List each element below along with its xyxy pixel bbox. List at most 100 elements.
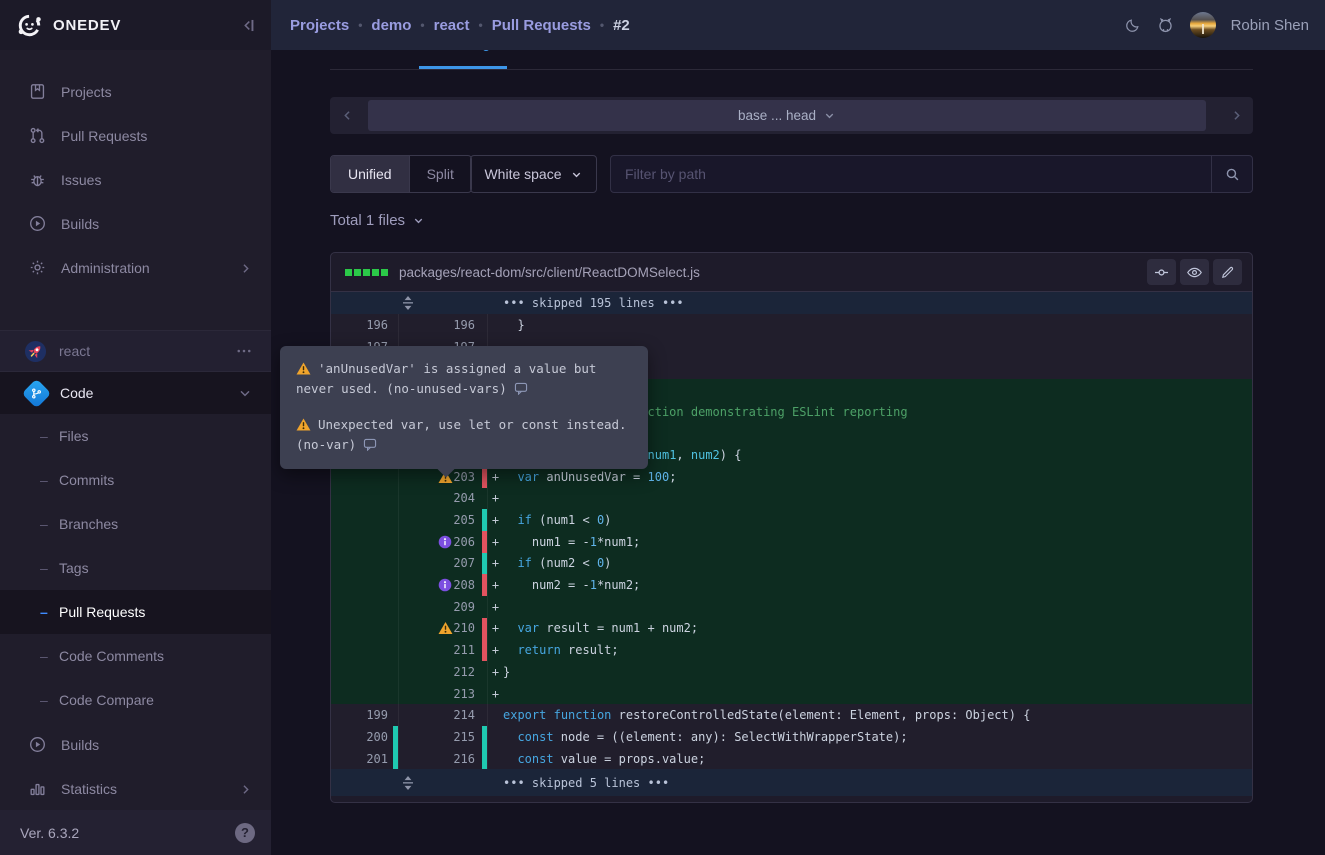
sidebar-collapse-button[interactable] xyxy=(239,16,258,35)
warning-icon[interactable] xyxy=(438,622,453,635)
lint-problem-text: 'anUnusedVar' is assigned a value but ne… xyxy=(296,361,596,396)
top-bar: ONEDEV Projects•demo•react•Pull Requests… xyxy=(0,0,1325,50)
breadcrumb-item-demo[interactable]: demo xyxy=(371,17,411,34)
sidebar-item-statistics[interactable]: Statistics xyxy=(0,767,271,811)
sidebar-item-label: Code xyxy=(60,385,93,401)
commit-range-selector[interactable]: base ... head xyxy=(368,100,1206,131)
diff-row-208[interactable]: 208+ num2 = -1*num2; xyxy=(331,574,1252,596)
diff-row-207[interactable]: 207+ if (num2 < 0) xyxy=(331,553,1252,575)
lint-problem: 'anUnusedVar' is assigned a value but ne… xyxy=(296,359,632,398)
breadcrumb-separator: • xyxy=(600,18,604,32)
commit-button[interactable] xyxy=(1147,259,1176,285)
expand-lines-icon[interactable] xyxy=(402,296,414,311)
code-token: ) xyxy=(604,513,611,527)
breadcrumb-item-react[interactable]: react xyxy=(434,17,470,34)
add-comment-icon[interactable] xyxy=(514,382,528,395)
project-more-icon[interactable] xyxy=(235,342,253,360)
sidebar-subitem-commits[interactable]: –Commits xyxy=(0,458,271,502)
project-name: react xyxy=(59,343,90,359)
code-token: num2 xyxy=(691,448,720,462)
dash-bullet-icon: – xyxy=(40,472,59,488)
coverage-bar-red xyxy=(482,618,487,640)
sidebar-project-react[interactable]: react xyxy=(0,330,271,372)
add-comment-icon[interactable] xyxy=(363,438,377,451)
code-token: ; xyxy=(669,470,676,484)
code-line xyxy=(503,488,1252,510)
info-icon[interactable] xyxy=(438,535,452,549)
sidebar-code-submenu: –Files–Commits–Branches–Tags–Pull Reques… xyxy=(0,414,271,722)
lint-problem: Unexpected var, use let or const instead… xyxy=(296,415,632,454)
pencil-button[interactable] xyxy=(1213,259,1242,285)
diff-row-211[interactable]: 211+ return result; xyxy=(331,639,1252,661)
search-icon[interactable] xyxy=(1211,156,1252,192)
breadcrumb-item-projects[interactable]: Projects xyxy=(290,17,349,34)
diff-row-196[interactable]: 196196 } xyxy=(331,314,1252,336)
avatar[interactable] xyxy=(1190,12,1216,38)
diff-row-212[interactable]: 212+} xyxy=(331,661,1252,683)
sidebar-subitem-label: Commits xyxy=(59,472,114,488)
sidebar-subitem-code-compare[interactable]: –Code Compare xyxy=(0,678,271,722)
sidebar-item-builds[interactable]: Builds xyxy=(0,723,271,767)
sidebar-item-pull-requests[interactable]: Pull Requests xyxy=(0,114,271,158)
sidebar-subitem-files[interactable]: –Files xyxy=(0,414,271,458)
eye-button[interactable] xyxy=(1180,259,1209,285)
sidebar-item-projects[interactable]: Projects xyxy=(0,70,271,114)
diff-sign: + xyxy=(488,488,503,510)
unified-button[interactable]: Unified xyxy=(331,156,409,192)
code-token: 1 xyxy=(590,578,597,592)
code-line: const value = props.value; xyxy=(503,748,1252,770)
expand-lines-icon[interactable] xyxy=(402,775,414,790)
breadcrumb-item-pull-requests[interactable]: Pull Requests xyxy=(492,17,591,34)
old-line-number xyxy=(331,488,399,510)
diff-row-215[interactable]: 200215 const node = ((element: any): Sel… xyxy=(331,726,1252,748)
code-token xyxy=(503,470,517,484)
sidebar-subitem-pull-requests[interactable]: –Pull Requests xyxy=(0,590,271,634)
diff-row-216[interactable]: 201216 const value = props.value; xyxy=(331,748,1252,770)
diff-row-213[interactable]: 213+ xyxy=(331,683,1252,705)
diff-row-210[interactable]: 210+ var result = num1 + num2; xyxy=(331,618,1252,640)
breadcrumb-item-2[interactable]: #2 xyxy=(613,17,630,34)
code-line: } xyxy=(503,314,1252,336)
path-filter xyxy=(610,155,1253,193)
filter-by-path-input[interactable] xyxy=(611,156,1211,192)
diff-row-206[interactable]: 206+ num1 = -1*num1; xyxy=(331,531,1252,553)
sidebar-subitem-code-comments[interactable]: –Code Comments xyxy=(0,634,271,678)
skipped-lines-label: ••• skipped 195 lines ••• xyxy=(503,292,684,314)
diff-row-203[interactable]: 203+ var anUnusedVar = 100; xyxy=(331,466,1252,488)
code-token: 0 xyxy=(597,556,604,570)
code-token: 0 xyxy=(597,513,604,527)
diff-row-209[interactable]: 209+ xyxy=(331,596,1252,618)
sidebar-main-menu: Projects Pull RequestsIssuesBuildsAdminis… xyxy=(0,70,271,290)
lint-problems-tooltip: 'anUnusedVar' is assigned a value but ne… xyxy=(280,346,648,469)
sidebar-item-label: Projects xyxy=(61,84,112,100)
new-line-number: 209 xyxy=(399,596,488,618)
help-icon[interactable]: ? xyxy=(235,823,255,843)
dark-mode-icon[interactable] xyxy=(1124,17,1141,34)
sidebar-subitem-branches[interactable]: –Branches xyxy=(0,502,271,546)
sidebar-item-builds[interactable]: Builds xyxy=(0,202,271,246)
code-line: if (num1 < 0) xyxy=(503,509,1252,531)
new-line-number: 216 xyxy=(399,748,488,770)
diff-row-204[interactable]: 204+ xyxy=(331,488,1252,510)
code-token: } xyxy=(503,318,525,332)
whitespace-dropdown[interactable]: White space xyxy=(470,155,597,193)
sidebar-item-issues[interactable]: Issues xyxy=(0,158,271,202)
chevron-down-icon xyxy=(570,168,583,181)
range-prev-icon[interactable] xyxy=(332,97,362,134)
sidebar-item-administration[interactable]: Administration xyxy=(0,246,271,290)
file-path: packages/react-dom/src/client/ReactDOMSe… xyxy=(399,265,700,280)
total-files-dropdown[interactable]: Total 1 files xyxy=(330,212,425,229)
sidebar-item-code[interactable]: Code xyxy=(0,372,271,414)
diff-sign: + xyxy=(488,683,503,705)
user-name[interactable]: Robin Shen xyxy=(1231,17,1309,34)
sidebar-subitem-tags[interactable]: –Tags xyxy=(0,546,271,590)
github-icon[interactable] xyxy=(1156,16,1175,35)
split-button[interactable]: Split xyxy=(409,156,471,192)
sidebar-subitem-label: Files xyxy=(59,428,89,444)
diff-row-205[interactable]: 205+ if (num1 < 0) xyxy=(331,509,1252,531)
diff-row-214[interactable]: 199214export function restoreControlledS… xyxy=(331,704,1252,726)
info-icon[interactable] xyxy=(438,578,452,592)
range-next-icon[interactable] xyxy=(1221,97,1251,134)
code-line: num2 = -1*num2; xyxy=(503,574,1252,596)
code-token xyxy=(503,643,517,657)
